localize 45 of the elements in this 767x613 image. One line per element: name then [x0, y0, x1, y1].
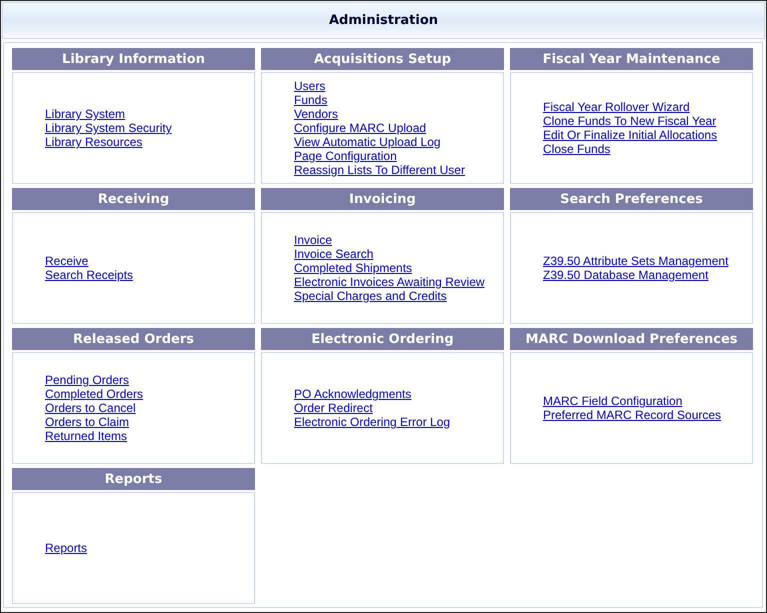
page-title: Administration: [328, 13, 438, 28]
admin-link[interactable]: Library System: [45, 107, 126, 121]
admin-link[interactable]: Order Redirect: [294, 401, 373, 415]
admin-link[interactable]: Library Resources: [45, 135, 142, 149]
section-header: Receiving: [12, 188, 255, 210]
admin-link[interactable]: Pending Orders: [45, 373, 130, 387]
admin-link[interactable]: Z39.50 Database Management: [543, 268, 708, 282]
admin-link[interactable]: Completed Shipments: [294, 261, 412, 275]
admin-link[interactable]: Electronic Invoices Awaiting Review: [294, 275, 485, 289]
admin-link[interactable]: Electronic Ordering Error Log: [294, 415, 450, 429]
section-header: MARC Download Preferences: [510, 328, 753, 350]
admin-link[interactable]: Completed Orders: [45, 387, 144, 401]
admin-link[interactable]: Funds: [294, 93, 328, 107]
admin-link[interactable]: Fiscal Year Rollover Wizard: [543, 100, 690, 114]
section-header: Acquisitions Setup: [261, 48, 504, 70]
section-header: Search Preferences: [510, 188, 753, 210]
admin-link[interactable]: Vendors: [294, 107, 338, 121]
admin-link[interactable]: MARC Field Configuration: [543, 394, 682, 408]
admin-link[interactable]: Special Charges and Credits: [294, 289, 447, 303]
admin-link[interactable]: Clone Funds To New Fiscal Year: [543, 114, 716, 128]
admin-link[interactable]: Z39.50 Attribute Sets Management: [543, 254, 728, 268]
admin-link[interactable]: Search Receipts: [45, 268, 134, 282]
admin-link[interactable]: Invoice: [294, 233, 332, 247]
admin-link[interactable]: Close Funds: [543, 142, 610, 156]
admin-link[interactable]: Preferred MARC Record Sources: [543, 408, 722, 422]
admin-link[interactable]: Edit Or Finalize Initial Allocations: [543, 128, 718, 142]
admin-link[interactable]: PO Acknowledgments: [294, 387, 412, 401]
admin-link[interactable]: Configure MARC Upload: [294, 121, 426, 135]
admin-link[interactable]: Invoice Search: [294, 247, 374, 261]
section-header: Fiscal Year Maintenance: [510, 48, 753, 70]
section-header: Released Orders: [12, 328, 255, 350]
admin-link[interactable]: Page Configuration: [294, 149, 397, 163]
section-header: Library Information: [12, 48, 255, 70]
section-header: Invoicing: [261, 188, 504, 210]
admin-link[interactable]: Reassign Lists To Different User: [294, 163, 465, 177]
admin-link[interactable]: Reports: [45, 541, 88, 555]
admin-link[interactable]: Orders to Cancel: [45, 401, 136, 415]
section-header: Electronic Ordering: [261, 328, 504, 350]
admin-link[interactable]: Receive: [45, 254, 88, 268]
admin-link[interactable]: Library System Security: [45, 121, 172, 135]
admin-link[interactable]: Orders to Claim: [45, 415, 130, 429]
admin-link[interactable]: Users: [294, 79, 326, 93]
admin-link[interactable]: Returned Items: [45, 429, 128, 443]
section-header: Reports: [12, 468, 255, 490]
admin-link[interactable]: View Automatic Upload Log: [294, 135, 441, 149]
